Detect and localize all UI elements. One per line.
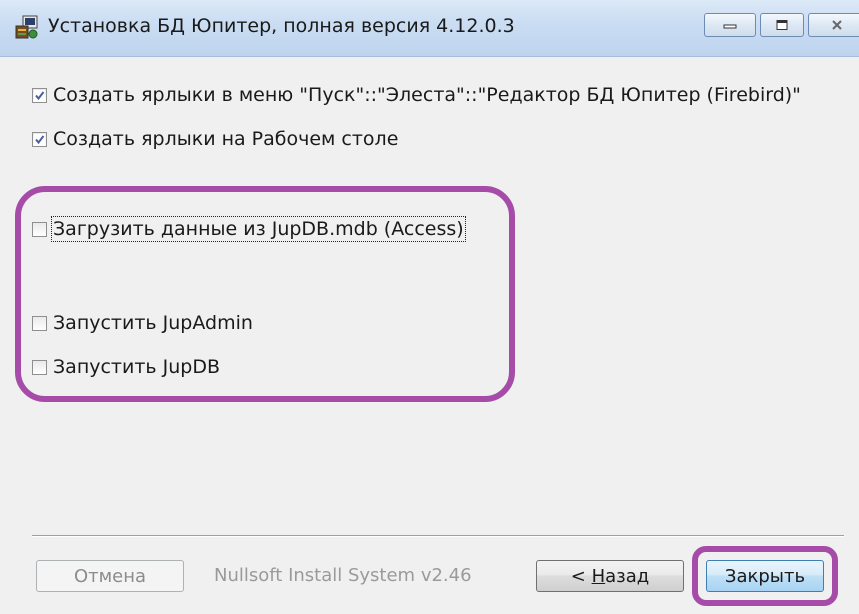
back-arrow: < <box>570 565 592 587</box>
option-label: Создать ярлыки на Рабочем столе <box>53 128 399 150</box>
footer-separator <box>32 535 844 537</box>
check-icon <box>35 90 45 100</box>
option-label: Создать ярлыки в меню "Пуск"::"Элеста"::… <box>53 84 801 106</box>
maximize-icon <box>776 20 788 30</box>
checkbox[interactable] <box>32 315 47 331</box>
close-window-button[interactable] <box>808 13 859 37</box>
option-label: Загрузить данные из JupDB.mdb (Access) <box>51 216 466 242</box>
checkbox[interactable] <box>32 131 47 147</box>
maximize-button[interactable] <box>760 13 804 37</box>
option-load-access-data[interactable]: Загрузить данные из JupDB.mdb (Access) <box>32 216 466 242</box>
checkbox[interactable] <box>32 359 47 375</box>
title-bar[interactable]: Установка БД Юпитер, полная версия 4.12.… <box>0 0 859 57</box>
option-start-menu-shortcuts[interactable]: Создать ярлыки в меню "Пуск"::"Элеста"::… <box>32 84 801 106</box>
installer-window: Установка БД Юпитер, полная версия 4.12.… <box>0 0 859 614</box>
checkbox[interactable] <box>32 221 47 237</box>
branding-text: Nullsoft Install System v2.46 <box>214 565 472 586</box>
cancel-button[interactable]: Отмена <box>36 560 184 592</box>
back-mnemonic: Н <box>591 565 606 587</box>
close-button-highlight <box>692 546 838 606</box>
option-desktop-shortcuts[interactable]: Создать ярлыки на Рабочем столе <box>32 128 398 150</box>
back-label: азад <box>605 565 650 587</box>
installer-icon <box>14 14 40 40</box>
option-run-jupadmin[interactable]: Запустить JupAdmin <box>32 312 253 334</box>
option-label: Запустить JupDB <box>53 356 221 378</box>
option-label: Запустить JupAdmin <box>53 312 253 334</box>
minimize-icon <box>723 24 737 29</box>
close-icon <box>831 20 842 30</box>
minimize-button[interactable] <box>704 13 756 37</box>
check-icon <box>35 134 45 144</box>
window-title: Установка БД Юпитер, полная версия 4.12.… <box>48 15 515 37</box>
checkbox[interactable] <box>32 87 47 103</box>
back-button[interactable]: < Назад <box>536 560 684 592</box>
option-run-jupdb[interactable]: Запустить JupDB <box>32 356 220 378</box>
